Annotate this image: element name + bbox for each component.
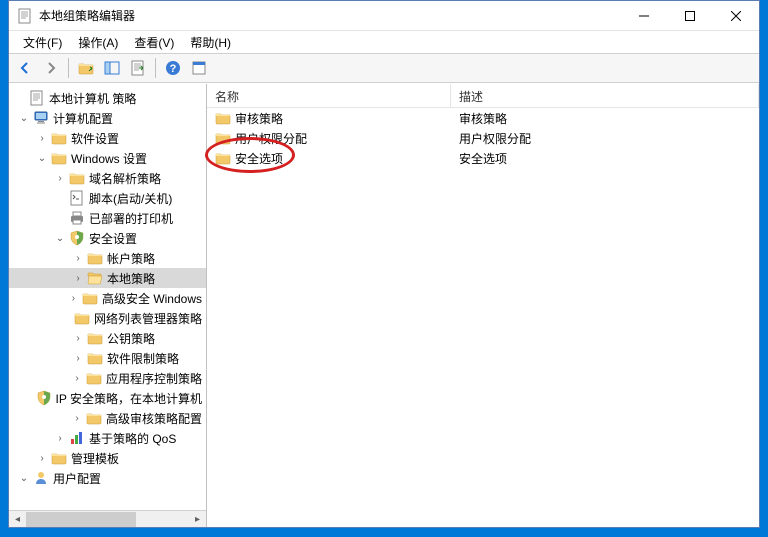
list-item-security-options[interactable]: 安全选项 安全选项: [207, 148, 759, 168]
expand-toggle[interactable]: ›: [71, 331, 85, 345]
menu-view[interactable]: 查看(V): [126, 32, 182, 53]
app-icon: [17, 8, 33, 24]
titlebar: 本地组策略编辑器: [9, 1, 759, 31]
expand-toggle[interactable]: ⌄: [53, 231, 67, 245]
tree-horizontal-scrollbar[interactable]: ◂ ▸: [9, 510, 206, 527]
up-button[interactable]: [74, 56, 98, 80]
tree-network-list[interactable]: ›网络列表管理器策略: [9, 308, 206, 328]
tree-qos[interactable]: ›基于策略的 QoS: [9, 428, 206, 448]
tree-windows-settings[interactable]: ⌄Windows 设置: [9, 148, 206, 168]
minimize-button[interactable]: [621, 1, 667, 31]
tree[interactable]: ▸本地计算机 策略 ⌄计算机配置 ›软件设置 ⌄Windows 设置 ›域名解析…: [9, 84, 206, 510]
column-name[interactable]: 名称: [207, 84, 451, 107]
script-icon: [69, 190, 85, 206]
tree-account-policy[interactable]: ›帐户策略: [9, 248, 206, 268]
expand-toggle[interactable]: ›: [71, 271, 85, 285]
tree-admin-templates[interactable]: ›管理模板: [9, 448, 206, 468]
folder-open-icon: [87, 270, 103, 286]
shield-icon: [69, 230, 85, 246]
tree-user-config[interactable]: ⌄用户配置: [9, 468, 206, 488]
computer-icon: [33, 110, 49, 126]
list-pane: 名称 描述 审核策略 审核策略 用户权限分配 用户权限分配 安全选项 安全选项: [207, 84, 759, 527]
list-body[interactable]: 审核策略 审核策略 用户权限分配 用户权限分配 安全选项 安全选项: [207, 108, 759, 527]
expand-toggle[interactable]: ›: [53, 431, 67, 445]
show-hide-tree-button[interactable]: [100, 56, 124, 80]
tree-advanced-firewall[interactable]: ›高级安全 Windows: [9, 288, 206, 308]
scroll-right-icon[interactable]: ▸: [189, 511, 206, 527]
folder-icon: [87, 250, 103, 266]
menu-action[interactable]: 操作(A): [70, 32, 126, 53]
window-title: 本地组策略编辑器: [39, 7, 621, 24]
app-window: 本地组策略编辑器 文件(F) 操作(A) 查看(V) 帮助(H) ▸本地计算机 …: [8, 0, 760, 528]
person-icon: [33, 470, 49, 486]
menu-file[interactable]: 文件(F): [15, 32, 70, 53]
properties-button[interactable]: [187, 56, 211, 80]
expand-toggle[interactable]: ›: [35, 131, 49, 145]
bars-icon: [69, 430, 85, 446]
forward-button[interactable]: [39, 56, 63, 80]
expand-toggle[interactable]: ›: [35, 451, 49, 465]
tree-security-settings[interactable]: ⌄安全设置: [9, 228, 206, 248]
folder-icon: [74, 310, 90, 326]
expand-toggle[interactable]: ›: [53, 171, 67, 185]
folder-icon: [87, 350, 103, 366]
folder-icon: [215, 130, 231, 146]
scroll-left-icon[interactable]: ◂: [9, 511, 26, 527]
tree-public-key[interactable]: ›公钥策略: [9, 328, 206, 348]
expand-toggle[interactable]: ⌄: [35, 151, 49, 165]
expand-toggle[interactable]: ⌄: [17, 111, 31, 125]
tree-scripts[interactable]: ›脚本(启动/关机): [9, 188, 206, 208]
folder-icon: [69, 170, 85, 186]
expand-toggle[interactable]: ⌄: [17, 471, 31, 485]
folder-icon: [51, 450, 67, 466]
printer-icon: [69, 210, 85, 226]
folder-icon: [86, 410, 102, 426]
export-button[interactable]: [126, 56, 150, 80]
tree-software-settings[interactable]: ›软件设置: [9, 128, 206, 148]
folder-icon: [86, 370, 102, 386]
scroll-thumb[interactable]: [26, 512, 136, 527]
column-desc[interactable]: 描述: [451, 84, 759, 107]
tree-software-restriction[interactable]: ›软件限制策略: [9, 348, 206, 368]
doc-icon: [29, 90, 45, 106]
expand-toggle[interactable]: ›: [71, 251, 85, 265]
expand-toggle[interactable]: ›: [70, 371, 84, 385]
maximize-button[interactable]: [667, 1, 713, 31]
tree-app-control[interactable]: ›应用程序控制策略: [9, 368, 206, 388]
folder-icon: [87, 330, 103, 346]
folder-icon: [215, 110, 231, 126]
list-item-audit-policy[interactable]: 审核策略 审核策略: [207, 108, 759, 128]
close-button[interactable]: [713, 1, 759, 31]
tree-computer-config[interactable]: ⌄计算机配置: [9, 108, 206, 128]
tree-ip-security[interactable]: ›IP 安全策略，在本地计算机: [9, 388, 206, 408]
folder-icon: [215, 150, 231, 166]
tree-root[interactable]: ▸本地计算机 策略: [9, 88, 206, 108]
list-item-user-rights[interactable]: 用户权限分配 用户权限分配: [207, 128, 759, 148]
back-button[interactable]: [13, 56, 37, 80]
shield-icon: [36, 390, 52, 406]
menu-help[interactable]: 帮助(H): [182, 32, 239, 53]
list-header: 名称 描述: [207, 84, 759, 108]
menubar: 文件(F) 操作(A) 查看(V) 帮助(H): [9, 31, 759, 53]
expand-toggle[interactable]: ›: [67, 291, 80, 305]
folder-icon: [82, 290, 98, 306]
tree-dns-policy[interactable]: ›域名解析策略: [9, 168, 206, 188]
folder-icon: [51, 130, 67, 146]
tree-pane: ▸本地计算机 策略 ⌄计算机配置 ›软件设置 ⌄Windows 设置 ›域名解析…: [9, 84, 207, 527]
tree-advanced-audit[interactable]: ›高级审核策略配置: [9, 408, 206, 428]
tree-deployed-printers[interactable]: ›已部署的打印机: [9, 208, 206, 228]
expand-toggle[interactable]: ›: [71, 351, 85, 365]
folder-icon: [51, 150, 67, 166]
help-button[interactable]: [161, 56, 185, 80]
toolbar: [9, 53, 759, 83]
expand-toggle[interactable]: ›: [70, 411, 84, 425]
tree-local-policy[interactable]: ›本地策略: [9, 268, 206, 288]
